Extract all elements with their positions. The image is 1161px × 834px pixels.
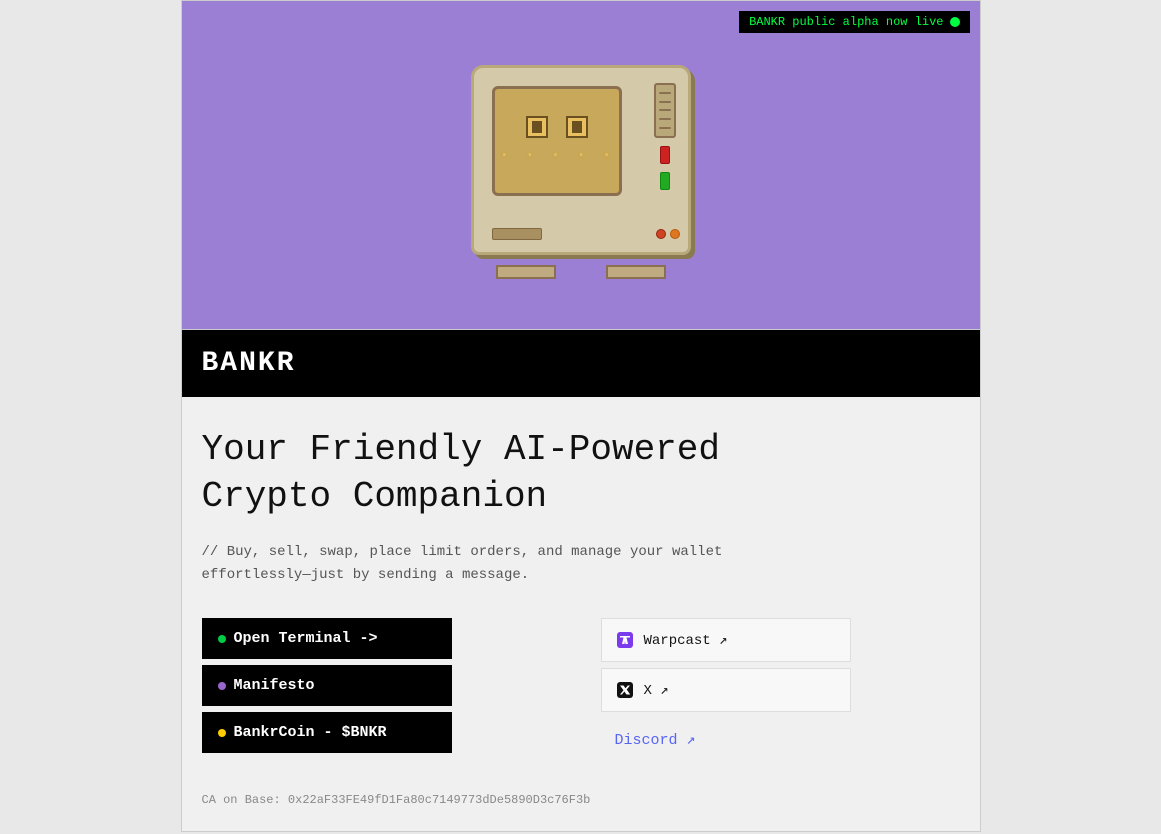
- tv-bottom-panel: [492, 228, 680, 240]
- tv-eye-inner-right: [572, 121, 582, 133]
- speaker-line-4: [659, 118, 671, 120]
- tv-illustration: · · · · ·: [471, 65, 691, 265]
- speaker-line-3: [659, 109, 671, 111]
- bankrcoin-dot: [218, 729, 226, 737]
- speaker-line-5: [659, 127, 671, 129]
- links-grid: Open Terminal -> Manifesto BankrCoin - $…: [202, 618, 960, 761]
- ca-footer: CA on Base: 0x22aF33FE49fD1Fa80c7149773d…: [202, 781, 960, 811]
- open-terminal-button[interactable]: Open Terminal ->: [202, 618, 452, 659]
- hero-section: BANKR public alpha now live · · · · ·: [181, 0, 981, 330]
- warpcast-label: Warpcast ↗: [644, 632, 728, 649]
- hero-headline: Your Friendly AI-PoweredCrypto Companion: [202, 427, 960, 521]
- tv-bottom-btn: [492, 228, 542, 240]
- ca-text: CA on Base: 0x22aF33FE49fD1Fa80c7149773d…: [202, 793, 591, 807]
- tv-leg-right: [606, 265, 666, 279]
- bankrcoin-label: BankrCoin - $BNKR: [234, 724, 387, 741]
- tv-circle-2: [670, 229, 680, 239]
- x-label: X ↗: [644, 682, 669, 699]
- speaker-line-1: [659, 92, 671, 94]
- left-buttons: Open Terminal -> Manifesto BankrCoin - $…: [202, 618, 581, 761]
- manifesto-dot: [218, 682, 226, 690]
- x-link[interactable]: X ↗: [601, 668, 851, 712]
- status-dot: [950, 17, 960, 27]
- tv-speaker: [654, 83, 676, 138]
- hero-subtext: // Buy, sell, swap, place limit orders, …: [202, 541, 960, 589]
- status-text: BANKR public alpha now live: [749, 15, 943, 29]
- tv-body: · · · · ·: [471, 65, 691, 255]
- manifesto-button[interactable]: Manifesto: [202, 665, 452, 706]
- terminal-label: Open Terminal ->: [234, 630, 378, 647]
- bankrcoin-button[interactable]: BankrCoin - $BNKR: [202, 712, 452, 753]
- page-container: BANKR public alpha now live · · · · ·: [181, 0, 981, 832]
- brand-title: BANKR: [202, 348, 296, 379]
- speaker-line-2: [659, 101, 671, 103]
- warpcast-icon: [616, 631, 634, 649]
- tv-smile: · · · · ·: [499, 146, 614, 166]
- x-icon: [616, 681, 634, 699]
- tv-knob-green: [660, 172, 670, 190]
- brand-bar: BANKR: [182, 330, 980, 397]
- warpcast-link[interactable]: Warpcast ↗: [601, 618, 851, 662]
- tv-eye-left: [526, 116, 548, 138]
- tv-eye-inner-left: [532, 121, 542, 133]
- tv-knob-red: [660, 146, 670, 164]
- tv-circle-1: [656, 229, 666, 239]
- tv-eye-right: [566, 116, 588, 138]
- main-content: Your Friendly AI-PoweredCrypto Companion…: [182, 397, 980, 831]
- status-badge: BANKR public alpha now live: [739, 11, 969, 33]
- tv-bottom-circles: [656, 229, 680, 239]
- manifesto-label: Manifesto: [234, 677, 315, 694]
- tv-right-panel: [650, 83, 680, 213]
- discord-link[interactable]: Discord ↗: [601, 718, 851, 761]
- content-section: BANKR Your Friendly AI-PoweredCrypto Com…: [181, 330, 981, 832]
- tv-eyes: [526, 116, 588, 138]
- tv-screen: · · · · ·: [492, 86, 622, 196]
- discord-label: Discord ↗: [615, 730, 696, 749]
- right-links: Warpcast ↗ X ↗ Discord ↗: [581, 618, 960, 761]
- terminal-dot: [218, 635, 226, 643]
- tv-leg-left: [496, 265, 556, 279]
